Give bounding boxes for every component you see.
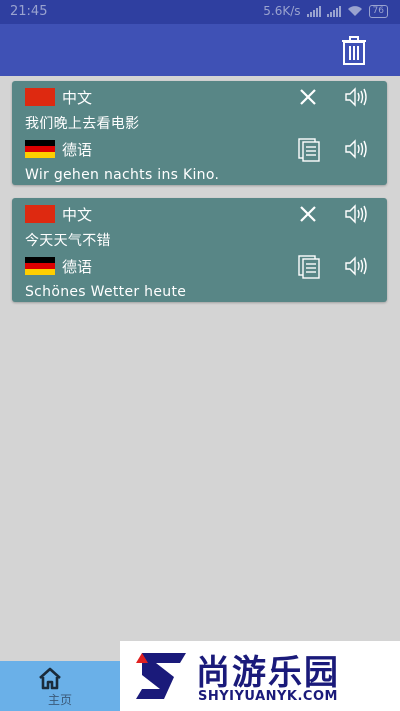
germany-flag-icon — [25, 257, 55, 275]
speak-source-button[interactable] — [343, 201, 369, 227]
target-text: Wir gehen nachts ins Kino. — [25, 167, 220, 183]
close-button[interactable] — [295, 201, 321, 227]
source-row: 中文 — [25, 202, 387, 226]
copy-icon — [298, 138, 320, 162]
target-language: 德语 — [62, 140, 93, 159]
target-text-row: Wir gehen nachts ins Kino. — [25, 163, 387, 187]
source-language: 中文 — [62, 205, 93, 224]
copy-button[interactable] — [296, 136, 322, 162]
source-text: 我们晚上去看电影 — [25, 116, 140, 132]
watermark-banner: 尚游乐园 SHYIYUANYK.COM — [120, 641, 400, 711]
source-text-row: 今天天气不错 — [25, 228, 387, 252]
s-logo-icon — [136, 653, 186, 699]
speak-source-button[interactable] — [343, 84, 369, 110]
target-row: 德语 — [25, 253, 387, 279]
speak-target-button[interactable] — [343, 253, 369, 279]
china-flag-icon — [25, 88, 55, 106]
copy-icon — [298, 255, 320, 279]
translation-card: 中文 我们晚上去看电影 德语 Wir gehen nachts ins Kino… — [12, 81, 387, 185]
speaker-icon — [345, 87, 367, 107]
signal-icon — [306, 5, 321, 17]
close-icon — [300, 206, 316, 222]
wifi-icon — [347, 6, 362, 16]
watermark-domain: SHYIYUANYK.COM — [198, 689, 338, 704]
source-row: 中文 — [25, 85, 387, 109]
status-time: 21:45 — [10, 4, 48, 19]
target-row: 德语 — [25, 136, 387, 162]
home-icon — [39, 667, 61, 690]
speaker-icon — [345, 256, 367, 276]
bottom-nav-home[interactable]: 主页 — [0, 661, 120, 711]
translation-card: 中文 今天天气不错 德语 Schönes Wetter heute — [12, 198, 387, 302]
speak-target-button[interactable] — [343, 136, 369, 162]
germany-flag-icon — [25, 140, 55, 158]
delete-all-button[interactable] — [340, 36, 368, 66]
signal-icon-2 — [326, 5, 341, 17]
target-language: 德语 — [62, 257, 93, 276]
source-text: 今天天气不错 — [25, 233, 111, 249]
status-right: 5.6K/s 76 — [263, 4, 388, 18]
copy-button[interactable] — [296, 253, 322, 279]
battery-icon: 76 — [368, 4, 388, 18]
close-icon — [300, 89, 316, 105]
source-language: 中文 — [62, 88, 93, 107]
close-button[interactable] — [295, 84, 321, 110]
app-bar — [0, 24, 400, 76]
target-text-row: Schönes Wetter heute — [25, 280, 387, 304]
home-label: 主页 — [47, 693, 72, 707]
network-speed: 5.6K/s — [263, 4, 301, 18]
status-bar: 21:45 5.6K/s 76 — [0, 0, 400, 24]
trash-icon — [342, 36, 366, 65]
china-flag-icon — [25, 205, 55, 223]
speaker-icon — [345, 204, 367, 224]
target-text: Schönes Wetter heute — [25, 284, 187, 300]
speaker-icon — [345, 139, 367, 159]
source-text-row: 我们晚上去看电影 — [25, 111, 387, 135]
watermark-brand: 尚游乐园 — [196, 653, 340, 693]
